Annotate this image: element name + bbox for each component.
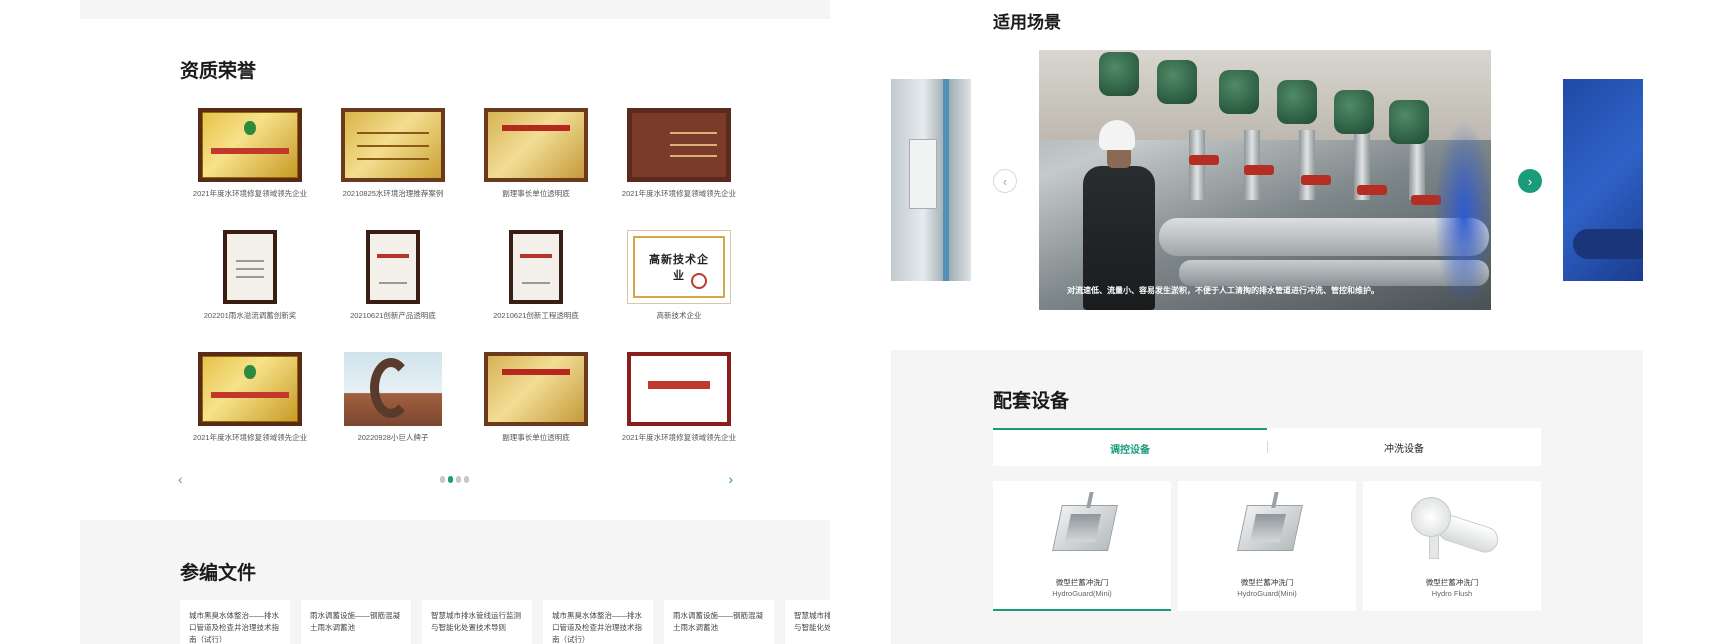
honors-pager: ‹ › bbox=[178, 472, 733, 486]
honor-item[interactable]: 高新技术企业 高新技术企业 bbox=[609, 230, 749, 321]
certificate-image bbox=[223, 230, 277, 304]
scene-slide-main: 对流速低、流量小、容易发生淤积，不便于人工清掏的排水管道进行冲洗、管控和维护。 bbox=[1039, 50, 1491, 310]
certificate-image bbox=[509, 230, 563, 304]
scene-next-button[interactable]: › bbox=[1518, 169, 1542, 193]
reference-card[interactable]: 智慧城市排水管线运行监测与智能化处置技术导则 bbox=[422, 600, 532, 644]
product-model: HydroGuard(Mini) bbox=[1237, 589, 1297, 598]
pager-dot[interactable] bbox=[464, 476, 469, 483]
product-model: Hydro Flush bbox=[1431, 589, 1473, 598]
chevron-left-icon: ‹ bbox=[1002, 173, 1008, 189]
product-card[interactable]: 微型拦蓄冲洗门 Hydro Flush bbox=[1363, 481, 1541, 611]
references-list: 城市黑臭水体整治——排水口管道及检查井治理技术指南（试行） 雨水调蓄设施——钢筋… bbox=[180, 600, 830, 644]
honor-caption: 20210825水环境治理推荐案例 bbox=[342, 189, 444, 198]
honor-item[interactable]: 2021年度水环境修复领域领先企业 bbox=[180, 352, 320, 443]
honor-item[interactable]: 2021年度水环境修复领域领先企业 bbox=[180, 108, 320, 199]
pager-dots bbox=[440, 476, 469, 483]
reference-card[interactable]: 智慧城市排水管线运行监测与智能化处置技术导则 bbox=[785, 600, 830, 644]
product-image bbox=[1037, 491, 1127, 563]
product-card[interactable]: 微型拦蓄冲洗门 HydroGuard(Mini) bbox=[993, 481, 1171, 611]
honor-caption: 2021年度水环境修复领域领先企业 bbox=[621, 189, 737, 198]
honor-item[interactable]: 2021年度水环境修复领域领先企业 bbox=[609, 352, 749, 443]
honor-item[interactable]: 副理事长单位透明底 bbox=[466, 108, 606, 199]
pager-next-button[interactable]: › bbox=[728, 472, 733, 486]
honor-caption: 副理事长单位透明底 bbox=[502, 189, 570, 198]
honor-item[interactable]: 副理事长单位透明底 bbox=[466, 352, 606, 443]
product-list: 微型拦蓄冲洗门 HydroGuard(Mini) 微型拦蓄冲洗门 HydroGu… bbox=[993, 481, 1541, 611]
honor-caption: 2021年度水环境修复领域领先企业 bbox=[192, 189, 308, 198]
certificate-image bbox=[366, 230, 420, 304]
product-name: 微型拦蓄冲洗门 bbox=[1240, 578, 1294, 587]
certificate-image bbox=[627, 352, 731, 426]
top-panel-strip bbox=[80, 0, 830, 19]
reference-card[interactable]: 城市黑臭水体整治——排水口管道及检查井治理技术指南（试行） bbox=[180, 600, 290, 644]
honor-caption: 2021年度水环境修复领域领先企业 bbox=[621, 433, 737, 442]
honor-caption: 高新技术企业 bbox=[656, 311, 702, 320]
certificate-image: 高新技术企业 bbox=[627, 230, 731, 304]
scene-slide-next[interactable] bbox=[1563, 79, 1643, 281]
certificate-image bbox=[198, 108, 302, 182]
honor-item[interactable]: 202201雨水溢流调蓄创新奖 bbox=[180, 230, 320, 321]
honor-caption: 20220928小巨人牌子 bbox=[357, 433, 429, 442]
certificate-image bbox=[198, 352, 302, 426]
product-name: 微型拦蓄冲洗门 bbox=[1425, 578, 1479, 587]
honor-item[interactable]: 20210621创新产品透明底 bbox=[323, 230, 463, 321]
references-panel: 参编文件 城市黑臭水体整治——排水口管道及检查井治理技术指南（试行） 雨水调蓄设… bbox=[80, 520, 830, 644]
product-card[interactable]: 微型拦蓄冲洗门 HydroGuard(Mini) bbox=[1178, 481, 1356, 611]
honor-caption: 20210621创新产品透明底 bbox=[350, 311, 436, 320]
pager-dot-active[interactable] bbox=[448, 476, 453, 483]
equipment-panel: 配套设备 调控设备 冲洗设备 微型拦蓄冲洗门 HydroGuard(Mini) … bbox=[891, 350, 1643, 644]
honor-item[interactable]: 2021年度水环境修复领域领先企业 bbox=[609, 108, 749, 199]
honor-item[interactable]: 20210825水环境治理推荐案例 bbox=[323, 108, 463, 199]
honor-caption: 202201雨水溢流调蓄创新奖 bbox=[203, 311, 297, 320]
equipment-title: 配套设备 bbox=[993, 391, 1070, 412]
certificate-image bbox=[627, 108, 731, 182]
certificate-image bbox=[484, 352, 588, 426]
references-title: 参编文件 bbox=[180, 563, 257, 584]
page: 资质荣誉 2021年度水环境修复领域领先企业 20210825水环境治理推荐案例… bbox=[0, 0, 1720, 644]
honors-title: 资质荣誉 bbox=[180, 61, 257, 82]
pager-dot[interactable] bbox=[440, 476, 445, 483]
product-name: 微型拦蓄冲洗门 bbox=[1055, 578, 1109, 587]
honor-item[interactable]: 20210621创新工程透明底 bbox=[466, 230, 606, 321]
honor-caption: 2021年度水环境修复领域领先企业 bbox=[192, 433, 308, 442]
scene-prev-button[interactable]: ‹ bbox=[993, 169, 1017, 193]
tab-control-equipment[interactable]: 调控设备 bbox=[993, 428, 1267, 466]
scenes-title: 适用场景 bbox=[993, 13, 1061, 32]
pager-dot[interactable] bbox=[456, 476, 461, 483]
tab-flush-equipment[interactable]: 冲洗设备 bbox=[1267, 428, 1541, 466]
product-image bbox=[1407, 491, 1502, 563]
reference-card[interactable]: 雨水调蓄设施——钢筋混凝土雨水调蓄池 bbox=[301, 600, 411, 644]
honor-caption: 副理事长单位透明底 bbox=[502, 433, 570, 442]
equipment-tabs: 调控设备 冲洗设备 bbox=[993, 428, 1541, 466]
certificate-image bbox=[341, 108, 445, 182]
reference-card[interactable]: 城市黑臭水体整治——排水口管道及检查井治理技术指南（试行） bbox=[543, 600, 653, 644]
scene-slide-prev[interactable] bbox=[891, 79, 971, 281]
reference-card[interactable]: 雨水调蓄设施——钢筋混凝土雨水调蓄池 bbox=[664, 600, 774, 644]
pager-prev-button[interactable]: ‹ bbox=[178, 472, 183, 486]
honor-item[interactable]: 20220928小巨人牌子 bbox=[323, 352, 463, 443]
honor-caption: 20210621创新工程透明底 bbox=[493, 311, 579, 320]
certificate-image bbox=[484, 108, 588, 182]
chevron-right-icon: › bbox=[1527, 173, 1533, 189]
product-model: HydroGuard(Mini) bbox=[1052, 589, 1112, 598]
product-image bbox=[1222, 491, 1312, 563]
trophy-photo bbox=[344, 352, 442, 426]
scene-caption: 对流速低、流量小、容易发生淤积，不便于人工清掏的排水管道进行冲洗、管控和维护。 bbox=[1067, 286, 1379, 295]
